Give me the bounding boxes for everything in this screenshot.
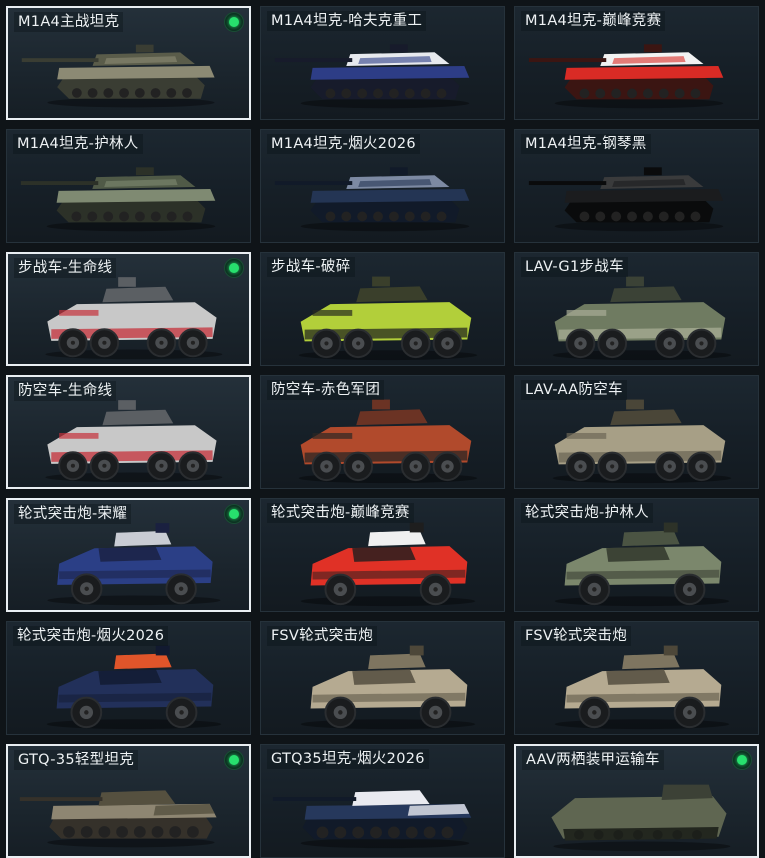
vehicle-name-label: 轮式突击炮-巅峰竞赛 bbox=[267, 503, 414, 523]
vehicle-card[interactable]: GTQ-35轻型坦克 bbox=[6, 744, 251, 858]
vehicle-name-label: M1A4坦克-护林人 bbox=[13, 134, 143, 154]
vehicle-skin-grid: M1A4主战坦克 M1A4坦克-哈夫克重工 M1A4坦克-巅峰竞赛 M1A4坦克… bbox=[0, 0, 765, 858]
vehicle-name-label: FSV轮式突击炮 bbox=[267, 626, 378, 646]
vehicle-card[interactable]: M1A4坦克-烟火2026 bbox=[260, 129, 505, 243]
vehicle-card[interactable]: 防空车-赤色军团 bbox=[260, 375, 505, 489]
vehicle-card[interactable]: 步战车-破碎 bbox=[260, 252, 505, 366]
vehicle-name-label: 轮式突击炮-烟火2026 bbox=[13, 626, 169, 646]
vehicle-name-label: M1A4坦克-巅峰竞赛 bbox=[521, 11, 666, 31]
vehicle-card[interactable]: M1A4坦克-钢琴黑 bbox=[514, 129, 759, 243]
equipped-status-icon bbox=[225, 259, 243, 277]
vehicle-card[interactable]: 防空车-生命线 bbox=[6, 375, 251, 489]
vehicle-name-label: M1A4坦克-哈夫克重工 bbox=[267, 11, 427, 31]
vehicle-name-label: M1A4坦克-钢琴黑 bbox=[521, 134, 651, 154]
vehicle-card[interactable]: FSV轮式突击炮 bbox=[260, 621, 505, 735]
vehicle-card[interactable]: 轮式突击炮-巅峰竞赛 bbox=[260, 498, 505, 612]
vehicle-name-label: 防空车-赤色军团 bbox=[267, 380, 385, 400]
vehicle-name-label: 轮式突击炮-护林人 bbox=[521, 503, 653, 523]
vehicle-card[interactable]: 步战车-生命线 bbox=[6, 252, 251, 366]
vehicle-card[interactable]: AAV两栖装甲运输车 bbox=[514, 744, 759, 858]
vehicle-name-label: 防空车-生命线 bbox=[14, 381, 117, 401]
vehicle-name-label: AAV两栖装甲运输车 bbox=[522, 750, 664, 770]
vehicle-name-label: LAV-AA防空车 bbox=[521, 380, 627, 400]
vehicle-name-label: M1A4坦克-烟火2026 bbox=[267, 134, 420, 154]
vehicle-card[interactable]: GTQ35坦克-烟火2026 bbox=[260, 744, 505, 858]
vehicle-name-label: LAV-G1步战车 bbox=[521, 257, 628, 277]
vehicle-card[interactable]: 轮式突击炮-护林人 bbox=[514, 498, 759, 612]
vehicle-name-label: M1A4主战坦克 bbox=[14, 12, 124, 32]
vehicle-card[interactable]: LAV-G1步战车 bbox=[514, 252, 759, 366]
vehicle-card[interactable]: 轮式突击炮-烟火2026 bbox=[6, 621, 251, 735]
vehicle-card[interactable]: FSV轮式突击炮 bbox=[514, 621, 759, 735]
vehicle-card[interactable]: M1A4坦克-巅峰竞赛 bbox=[514, 6, 759, 120]
vehicle-card[interactable]: M1A4主战坦克 bbox=[6, 6, 251, 120]
vehicle-card[interactable]: LAV-AA防空车 bbox=[514, 375, 759, 489]
equipped-status-icon bbox=[733, 751, 751, 769]
vehicle-card[interactable]: 轮式突击炮-荣耀 bbox=[6, 498, 251, 612]
vehicle-name-label: GTQ-35轻型坦克 bbox=[14, 750, 139, 770]
vehicle-name-label: GTQ35坦克-烟火2026 bbox=[267, 749, 429, 769]
vehicle-card[interactable]: M1A4坦克-护林人 bbox=[6, 129, 251, 243]
vehicle-name-label: 步战车-破碎 bbox=[267, 257, 355, 277]
vehicle-card[interactable]: M1A4坦克-哈夫克重工 bbox=[260, 6, 505, 120]
vehicle-name-label: 步战车-生命线 bbox=[14, 258, 117, 278]
equipped-status-icon bbox=[225, 505, 243, 523]
vehicle-name-label: 轮式突击炮-荣耀 bbox=[14, 504, 132, 524]
equipped-status-icon bbox=[225, 751, 243, 769]
equipped-status-icon bbox=[225, 13, 243, 31]
vehicle-name-label: FSV轮式突击炮 bbox=[521, 626, 632, 646]
